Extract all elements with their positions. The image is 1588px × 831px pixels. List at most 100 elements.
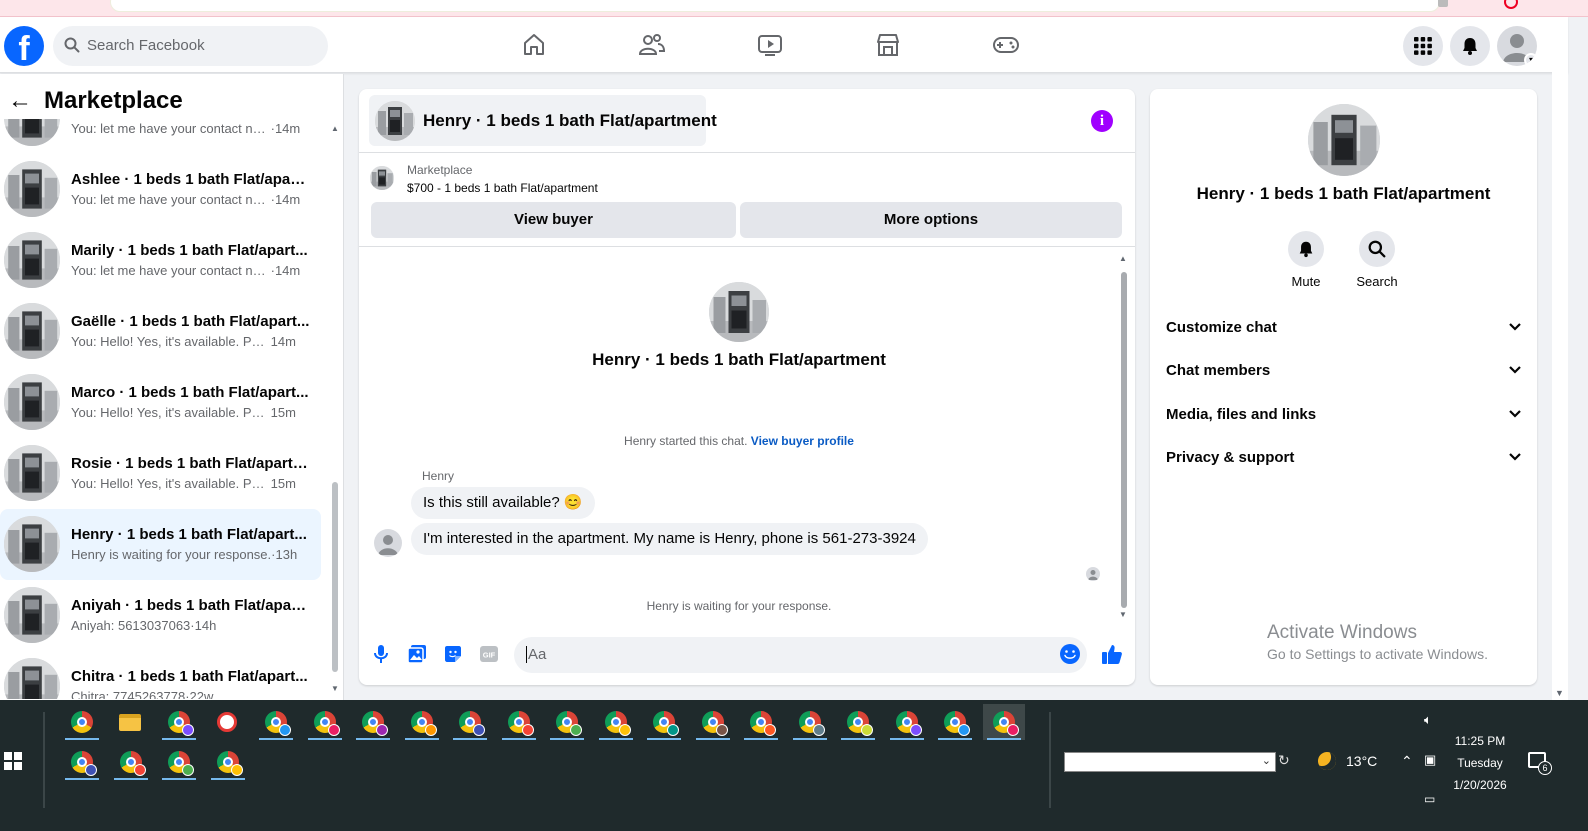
nav-marketplace[interactable] — [829, 17, 947, 73]
conversation-item[interactable]: Rosie · 1 beds 1 bath Flat/apartm... You… — [0, 438, 321, 509]
scroll-down-icon[interactable]: ▼ — [331, 684, 339, 693]
bell-icon — [1463, 38, 1477, 55]
nav-friends[interactable] — [593, 17, 711, 73]
chrome-icon[interactable] — [401, 704, 443, 740]
notifications-button[interactable] — [1450, 26, 1490, 66]
chrome-icon[interactable] — [61, 744, 103, 780]
conversation-item[interactable]: Aniyah · 1 beds 1 bath Flat/apart... Ani… — [0, 580, 321, 651]
gif-button[interactable]: GIF — [477, 642, 501, 666]
network-icon[interactable]: ▣ — [1424, 752, 1436, 768]
chrome-icon[interactable] — [643, 704, 685, 740]
refresh-icon[interactable]: ↻ — [1278, 752, 1290, 769]
section-privacy-support[interactable]: Privacy & support — [1166, 443, 1522, 473]
facebook-logo-icon[interactable]: f — [4, 26, 44, 66]
weather-widget[interactable]: 13°C — [1315, 749, 1377, 773]
send-like-button[interactable] — [1100, 642, 1124, 666]
profile-icon[interactable] — [1504, 0, 1518, 9]
nav-gaming[interactable] — [947, 17, 1065, 73]
chrome-icon[interactable] — [352, 704, 394, 740]
chat-scrollbar[interactable]: ▲ ▼ — [1117, 254, 1131, 622]
speaker-icon[interactable]: 🔈︎ — [1424, 712, 1432, 728]
message-bubble[interactable]: I'm interested in the apartment. My name… — [411, 523, 928, 555]
chrome-icon[interactable] — [61, 704, 103, 740]
conversation-name: Gaëlle · 1 beds 1 bath Flat/apart... — [71, 313, 310, 330]
voice-clip-button[interactable] — [369, 642, 393, 666]
chrome-icon[interactable] — [982, 704, 1025, 740]
windows-start-icon[interactable] — [4, 752, 22, 770]
chrome-icon[interactable] — [449, 704, 491, 740]
chrome-icon[interactable] — [837, 704, 879, 740]
chrome-icon[interactable] — [304, 704, 346, 740]
message-input[interactable]: Aa — [514, 637, 1087, 673]
view-buyer-profile-link[interactable]: View buyer profile — [751, 434, 854, 448]
chrome-icon[interactable] — [158, 744, 200, 780]
system-clock[interactable]: 11:25 PM Tuesday 1/20/2026 — [1440, 730, 1520, 796]
chevron-up-icon[interactable]: ⌃ — [1401, 753, 1413, 770]
notification-center-icon[interactable]: 6 — [1528, 752, 1552, 775]
chrome-icon[interactable] — [498, 704, 540, 740]
sender-avatar[interactable] — [374, 529, 402, 557]
conversation-list: You: let me have your contact nu... ·14m… — [0, 119, 322, 699]
chrome-icon[interactable] — [255, 704, 297, 740]
sidebar-scrollbar[interactable]: ▲ ▼ — [330, 124, 340, 694]
chrome-icon[interactable] — [158, 704, 200, 740]
message-bubble[interactable]: Is this still available? 😊 — [411, 487, 595, 519]
mute-label: Mute — [1291, 274, 1321, 289]
search-in-chat-button[interactable]: Search — [1347, 231, 1407, 289]
conversation-item-active[interactable]: Henry · 1 beds 1 bath Flat/apart... Henr… — [0, 509, 321, 580]
chat-details-panel: Henry · 1 beds 1 bath Flat/apartment Mut… — [1150, 89, 1537, 685]
page-scrollbar[interactable]: ▼ — [1552, 17, 1568, 700]
file-explorer-icon[interactable] — [109, 704, 151, 740]
chrome-icon[interactable] — [595, 704, 637, 740]
chrome-icon[interactable] — [692, 704, 734, 740]
section-media-files-links[interactable]: Media, files and links — [1166, 400, 1522, 430]
scrollbar-thumb[interactable] — [1121, 272, 1127, 608]
conversation-item[interactable]: Gaëlle · 1 beds 1 bath Flat/apart... You… — [0, 296, 321, 367]
view-buyer-button[interactable]: View buyer — [371, 202, 736, 238]
display-icon[interactable]: ▭ — [1424, 792, 1435, 806]
scrollbar-thumb[interactable] — [332, 482, 338, 672]
chrome-icon[interactable] — [110, 744, 152, 780]
chrome-icon[interactable] — [207, 744, 249, 780]
snippet-text: You: Hello! Yes, it's available. Plea... — [71, 334, 267, 349]
info-icon[interactable]: i — [1091, 110, 1113, 132]
attach-photo-button[interactable] — [405, 642, 429, 666]
taskbar-address-box[interactable]: ⌄ — [1064, 752, 1276, 772]
page-title: Marketplace — [44, 87, 183, 114]
scroll-down-icon[interactable]: ▼ — [1555, 688, 1564, 698]
address-bar[interactable] — [110, 0, 1440, 12]
extension-icon[interactable] — [1438, 0, 1448, 7]
mute-button[interactable]: Mute — [1276, 231, 1336, 289]
emoji-icon[interactable] — [1059, 643, 1081, 665]
chrome-icon[interactable] — [740, 704, 782, 740]
app-icon[interactable] — [206, 704, 248, 740]
chrome-icon[interactable] — [934, 704, 976, 740]
scroll-up-icon[interactable]: ▲ — [1119, 254, 1127, 263]
dropdown-icon[interactable]: ⌄ — [1262, 754, 1271, 767]
chrome-icon[interactable] — [886, 704, 928, 740]
back-arrow-icon[interactable]: ← — [8, 87, 36, 115]
scroll-up-icon[interactable]: ▲ — [331, 124, 339, 133]
conversation-item[interactable]: Marily · 1 beds 1 bath Flat/apart... You… — [0, 225, 321, 296]
chevron-down-icon: ▾ — [1524, 53, 1537, 66]
nav-home[interactable] — [475, 17, 593, 73]
conversation-item[interactable]: Ashlee · 1 beds 1 bath Flat/apart... You… — [0, 154, 321, 225]
snippet-text: You: let me have your contact nu... — [71, 263, 267, 278]
search-facebook-input[interactable]: Search Facebook — [53, 26, 328, 66]
conversation-item[interactable]: Chitra · 1 beds 1 bath Flat/apart... Chi… — [0, 651, 321, 699]
chrome-icon[interactable] — [789, 704, 831, 740]
more-options-button[interactable]: More options — [740, 202, 1122, 238]
nav-watch[interactable] — [711, 17, 829, 73]
section-customize-chat[interactable]: Customize chat — [1166, 313, 1522, 343]
conversation-item[interactable]: You: let me have your contact nu... ·14m — [0, 119, 321, 154]
sticker-button[interactable] — [441, 642, 465, 666]
listing-thumbnail[interactable] — [1308, 104, 1380, 176]
account-avatar[interactable]: ▾ — [1497, 26, 1537, 66]
scroll-down-icon[interactable]: ▼ — [1119, 610, 1127, 619]
menu-button[interactable] — [1403, 26, 1443, 66]
listing-title[interactable]: $700 - 1 beds 1 bath Flat/apartment — [407, 181, 598, 195]
conversation-item[interactable]: Marco · 1 beds 1 bath Flat/apart... You:… — [0, 367, 321, 438]
section-chat-members[interactable]: Chat members — [1166, 356, 1522, 386]
chrome-icon[interactable] — [546, 704, 588, 740]
chat-title-button[interactable]: Henry · 1 beds 1 bath Flat/apartment — [369, 95, 717, 146]
